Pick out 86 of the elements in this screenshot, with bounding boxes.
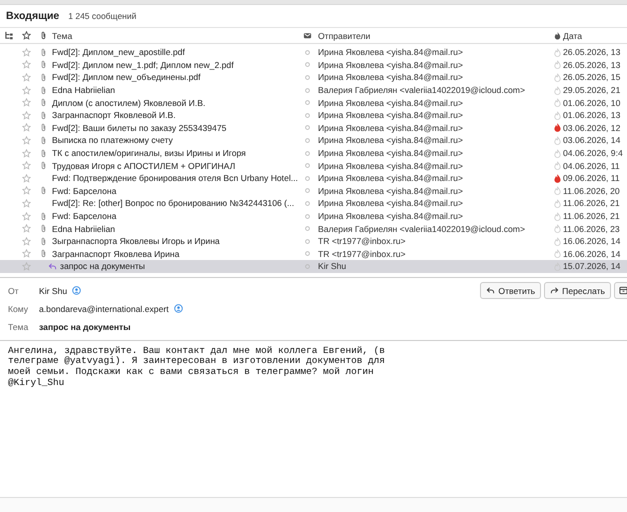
message-subject: запрос на документы bbox=[39, 322, 131, 332]
sender-text: Валерия Габриелян <valeriia14022019@icloud.com> bbox=[318, 85, 526, 96]
sender-text: Ирина Яковлева <yisha.84@mail.ru> bbox=[318, 110, 464, 120]
subject-text: Диплом (с апостилем) Яковлевой И.В. bbox=[52, 98, 206, 108]
column-header[interactable]: Отправители bbox=[318, 30, 370, 40]
subject-text: Edna Habriielian bbox=[52, 224, 116, 234]
date-text: 01.06.2026, 10 bbox=[563, 98, 622, 108]
folder-title: Входящие bbox=[6, 10, 60, 22]
sender-text: Kir Shu bbox=[318, 261, 348, 272]
subject-text: Fwd[2]: Диплом new_1.pdf; Диплом new_2.pdf bbox=[52, 60, 234, 70]
sender-text: Ирина Яковлева <yisha.84@mail.ru> bbox=[318, 98, 464, 108]
message-row[interactable]: Fwd: Барселона Ирина Яковлева <yisha.84@mail.ru> 11.06.2026, 21 bbox=[0, 210, 627, 222]
subject-text: Загранпаспорт Яковлева Ирина bbox=[52, 248, 180, 259]
subject-text: Fwd: Барселона bbox=[52, 186, 116, 196]
sender-text: Ирина Яковлева <yisha.84@mail.ru> bbox=[318, 211, 464, 222]
subject-text: Зыгранпаспорта Яковлевы Игорь и Ирина bbox=[52, 236, 220, 246]
sender-text: Ирина Яковлева <yisha.84@mail.ru> bbox=[318, 173, 464, 184]
subject-text: Fwd: Барселона bbox=[52, 211, 116, 222]
message-row[interactable]: Fwd: Барселона Ирина Яковлева <yisha.84@mail.ru> 11.06.2026, 20 bbox=[0, 184, 627, 198]
date-text: 11.06.2026, 21 bbox=[563, 198, 621, 208]
sender-text: TR <tr1977@inbox.ru> bbox=[318, 236, 407, 246]
sender-text: Ирина Яковлева <yisha.84@mail.ru> bbox=[318, 198, 464, 208]
message-row[interactable]: Fwd[2]: Диплом new_1.pdf; Диплом new_2.pdf Ирина Яковлева <yisha.84@mail.ru> 26.05.2026, 13 bbox=[0, 58, 627, 72]
message-row[interactable]: Edna Habriielian Валерия Габриелян <valeriia14022019@icloud.com> 29.05.2026, 21 bbox=[0, 84, 627, 96]
message-row[interactable]: Fwd[2]: Диплом_new_apostille.pdf Ирина Яковлева <yisha.84@mail.ru> 26.05.2026, 13 bbox=[0, 46, 627, 59]
message-row[interactable]: Fwd[2]: Ваши билеты по заказу 2553439475 Ирина Яковлева <yisha.84@mail.ru> 03.06.2026, 12 bbox=[0, 122, 627, 134]
forward-button[interactable]: Переслать bbox=[544, 282, 611, 300]
date-text: 26.05.2026, 15 bbox=[563, 72, 622, 82]
from-label: От bbox=[7, 286, 20, 296]
subject-text: ТК с апостилем/оригиналы, визы Ирины и Игоря bbox=[52, 148, 246, 158]
reply-button[interactable]: Ответить bbox=[480, 282, 542, 300]
message-row[interactable]: Fwd: Подтверждение бронирования отеля Bcn Urbany Hotel... Ирина Яковлева <yisha.84@mail.ru> 09.06.2026, 11 bbox=[0, 172, 627, 185]
to-label: Кому bbox=[7, 304, 30, 314]
message-row[interactable]: Выписка по платежному счету Ирина Яковлева <yisha.84@mail.ru> 03.06.2026, 14 bbox=[0, 134, 627, 147]
sender-text: Ирина Яковлева <yisha.84@mail.ru> bbox=[318, 122, 464, 133]
message-row[interactable]: Загранпаспорт Яковлева Ирина TR <tr1977@inbox.ru> 16.06.2026, 14 bbox=[0, 248, 627, 260]
subject-text: запрос на документы bbox=[60, 261, 145, 272]
message-row[interactable]: Трудовая Игоря с АПОСТИЛЕМ + ОРИГИНАЛ Ирина Яковлева <yisha.84@mail.ru> 04.06.2026, 11 bbox=[0, 159, 627, 172]
date-text: 11.06.2026, 23 bbox=[563, 224, 621, 234]
message-count: 1 245 сообщений bbox=[68, 11, 136, 21]
subject-label: Тема bbox=[7, 322, 30, 332]
recipient-address[interactable]: a.bondareva@international.expert bbox=[39, 304, 169, 314]
message-row[interactable]: Диплом (с апостилем) Яковлевой И.В. Ирина Яковлева <yisha.84@mail.ru> 01.06.2026, 10 bbox=[0, 96, 627, 109]
date-text: 29.05.2026, 21 bbox=[563, 85, 622, 96]
date-text: 04.06.2026, 11 bbox=[563, 160, 621, 171]
date-text: 04.06.2026, 9:4 bbox=[563, 148, 624, 158]
subject-text: Fwd[2]: Диплом new_объединены.pdf bbox=[52, 72, 201, 82]
sender-text: TR <tr1977@inbox.ru> bbox=[318, 248, 407, 259]
date-text: 03.06.2026, 12 bbox=[563, 122, 622, 133]
subject-text: Выписка по платежному счету bbox=[52, 135, 173, 146]
date-text: 01.06.2026, 13 bbox=[563, 110, 622, 120]
message-row[interactable]: Загранпаспорт Яковлевой И.В. Ирина Яковлева <yisha.84@mail.ru> 01.06.2026, 13 bbox=[0, 108, 627, 122]
subject-text: Edna Habriielian bbox=[52, 85, 116, 96]
column-header[interactable]: Тема bbox=[52, 30, 72, 40]
subject-text: Fwd[2]: Re: [other] Вопрос по бронированию №342443106 (... bbox=[52, 198, 294, 208]
date-text: 26.05.2026, 13 bbox=[563, 60, 622, 70]
sender-text: Ирина Яковлева <yisha.84@mail.ru> bbox=[318, 47, 464, 58]
sender-text: Ирина Яковлева <yisha.84@mail.ru> bbox=[318, 160, 464, 171]
message-row[interactable]: ТК с апостилем/оригиналы, визы Ирины и Игоря Ирина Яковлева <yisha.84@mail.ru> 04.06.2026, 9:4 bbox=[0, 146, 627, 160]
subject-text: Fwd: Подтверждение бронирования отеля Bcn Urbany Hotel... bbox=[52, 173, 298, 184]
date-text: 16.06.2026, 14 bbox=[563, 236, 622, 246]
date-text: 11.06.2026, 20 bbox=[563, 186, 621, 196]
date-text: 15.07.2026, 14 bbox=[563, 261, 622, 272]
message-row[interactable]: Fwd[2]: Re: [other] Вопрос по бронированию №342443106 (... Ирина Яковлева <yisha.84@mail.ru> 11.06.2026, 21 bbox=[0, 197, 627, 210]
subject-text: Загранпаспорт Яковлевой И.В. bbox=[52, 110, 176, 120]
message-row[interactable]: запрос на документы Kir Shu 15.07.2026, 14 bbox=[0, 260, 627, 273]
sender-text: Ирина Яковлева <yisha.84@mail.ru> bbox=[318, 186, 464, 196]
column-header[interactable]: Дата bbox=[563, 30, 582, 40]
sender-name[interactable]: Kir Shu bbox=[39, 286, 68, 296]
subject-text: Fwd[2]: Диплом_new_apostille.pdf bbox=[52, 47, 185, 58]
message-row[interactable]: Fwd[2]: Диплом new_объединены.pdf Ирина Яковлева <yisha.84@mail.ru> 26.05.2026, 15 bbox=[0, 71, 627, 84]
message-row[interactable]: Edna Habriielian Валерия Габриелян <valeriia14022019@icloud.com> 11.06.2026, 23 bbox=[0, 222, 627, 235]
date-text: 11.06.2026, 21 bbox=[563, 211, 621, 222]
sender-text: Валерия Габриелян <valeriia14022019@icloud.com> bbox=[318, 224, 526, 234]
date-text: 26.05.2026, 13 bbox=[563, 47, 622, 58]
sender-text: Ирина Яковлева <yisha.84@mail.ru> bbox=[318, 148, 464, 158]
message-body: Ангелина, здравствуйте. Ваш контакт дал мне мой коллега Евгений, (в телеграме @yatvyagi). Я заинтересован в изготовлении документов для моей семьи. Подскажи как с вами связаться в телеграмме? мой логин @Kiryl_Shu bbox=[8, 346, 386, 389]
date-text: 16.06.2026, 14 bbox=[563, 248, 622, 259]
sender-text: Ирина Яковлева <yisha.84@mail.ru> bbox=[318, 60, 464, 70]
date-text: 09.06.2026, 11 bbox=[563, 173, 621, 184]
date-text: 03.06.2026, 14 bbox=[563, 135, 622, 146]
message-row[interactable]: Зыгранпаспорта Яковлевы Игорь и Ирина TR <tr1977@inbox.ru> 16.06.2026, 14 bbox=[0, 234, 627, 248]
sender-text: Ирина Яковлева <yisha.84@mail.ru> bbox=[318, 135, 464, 146]
subject-text: Fwd[2]: Ваши билеты по заказу 2553439475 bbox=[52, 122, 226, 133]
sender-text: Ирина Яковлева <yisha.84@mail.ru> bbox=[318, 72, 464, 82]
subject-text: Трудовая Игоря с АПОСТИЛЕМ + ОРИГИНАЛ bbox=[52, 160, 236, 171]
